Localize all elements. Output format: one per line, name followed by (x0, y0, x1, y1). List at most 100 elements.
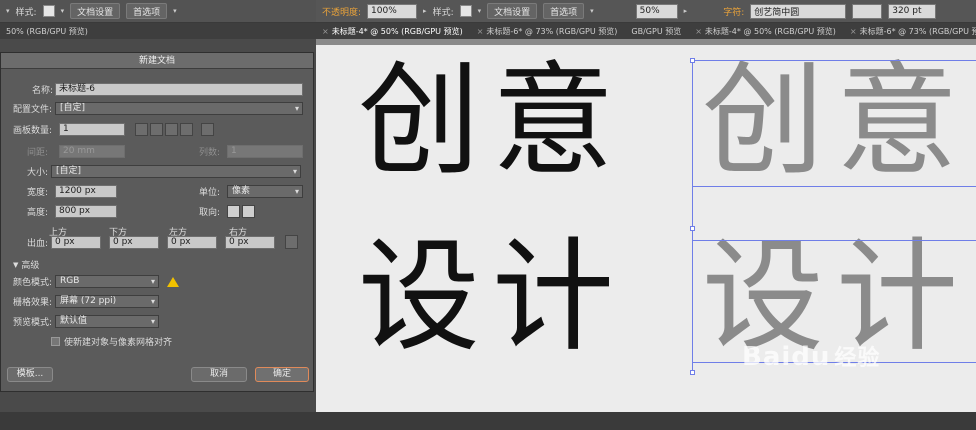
height-input[interactable]: 800 px (55, 205, 117, 218)
bleed-right-input[interactable]: 0 px (225, 235, 275, 249)
doc-tab[interactable]: ×未标题-6* @ 73% (RGB/GPU 预览) (850, 26, 976, 37)
ok-button[interactable]: 确定 (255, 367, 309, 382)
watermark-brand: Baidu (742, 342, 831, 372)
style-swatch[interactable] (42, 5, 55, 17)
cancel-button[interactable]: 取消 (191, 367, 247, 382)
selection-handle[interactable] (690, 226, 695, 231)
tab-label: GB/GPU 预览 (631, 26, 682, 36)
grid-by-row-icon[interactable] (135, 123, 148, 136)
bleed-row: 出血: 0 px 0 px 0 px 0 px (27, 235, 298, 249)
artboards-label: 画板数量: (13, 126, 53, 136)
preview-row: 预览模式: 默认值 (13, 315, 159, 328)
new-document-dialog: 新建文档 名称: 未标题-6 配置文件: [自定] 画板数量: 1 间距: 20… (0, 52, 314, 392)
font-size-field[interactable]: 320 pt (888, 3, 937, 19)
width-row: 宽度: 1200 px 单位: 像素 (27, 185, 303, 198)
chevron-down-icon[interactable]: ▾ (590, 7, 594, 15)
profile-label: 配置文件: (13, 105, 53, 115)
artwork-black-line2[interactable]: 设计 (358, 236, 626, 358)
opacity-field[interactable]: 100% (367, 3, 418, 19)
close-icon[interactable]: × (477, 27, 484, 36)
align-pixel-label: 使新建对象与像素网格对齐 (64, 338, 173, 348)
doc-tab[interactable]: GB/GPU 预览 (631, 26, 681, 37)
selection-bound-top (692, 60, 976, 61)
chevron-down-icon[interactable]: ▾ (478, 7, 482, 15)
doc-tab[interactable]: 50% (RGB/GPU 预览) (6, 26, 88, 37)
artwork-black-line1[interactable]: 创意 (358, 60, 626, 182)
size-row: 大小: [自定] (27, 165, 301, 178)
close-icon[interactable]: × (695, 27, 702, 36)
preview-select[interactable]: 默认值 (55, 315, 159, 328)
grid-by-col-icon[interactable] (150, 123, 163, 136)
bleed-bottom-input[interactable]: 0 px (109, 235, 159, 249)
chevron-right-icon[interactable]: ▸ (684, 7, 688, 15)
raster-select[interactable]: 屏幕 (72 ppi) (55, 295, 159, 308)
warning-icon (167, 276, 179, 287)
opacity-label[interactable]: 不透明度: (322, 5, 361, 18)
advanced-toggle[interactable]: ▼ 高级 (13, 258, 40, 272)
orientation-label: 取向: (199, 208, 221, 218)
control-bar-right: 不透明度: 100% ▸ 样式: ▾ 文档设置 首选项 ▾ 50% ▸ 字符: … (316, 0, 976, 23)
control-bar-left: ▾ 样式: ▾ 文档设置 首选项 ▾ (0, 0, 316, 23)
rtl-layout-icon[interactable] (201, 123, 214, 136)
landscape-icon[interactable] (242, 205, 255, 218)
prefs-button[interactable]: 首选项 (126, 3, 168, 19)
units-label: 单位: (199, 188, 221, 198)
char-label[interactable]: 字符: (723, 5, 744, 18)
width-input[interactable]: 1200 px (55, 185, 117, 198)
zoom-field[interactable]: 50% (635, 3, 678, 19)
font-style-field[interactable] (852, 3, 883, 19)
arrange-row-icon[interactable] (165, 123, 178, 136)
selection-bound-left (692, 60, 693, 374)
doc-tab[interactable]: × 未标题-4* @ 50% (RGB/GPU 预览) (695, 26, 836, 37)
style-label: 样式: (15, 7, 37, 18)
doc-tab[interactable]: ×未标题-6* @ 73% (RGB/GPU 预览) (477, 26, 618, 37)
align-pixel-checkbox[interactable] (51, 337, 60, 346)
spacing-row: 间距: 20 mm 列数: 1 (27, 145, 303, 158)
style-label: 样式: (432, 7, 454, 18)
bleed-top-input[interactable]: 0 px (51, 235, 101, 249)
spacing-input[interactable]: 20 mm (59, 145, 125, 158)
color-mode-label: 颜色模式: (13, 278, 53, 288)
profile-select[interactable]: [自定] (55, 102, 303, 115)
columns-label: 列数: (199, 148, 221, 158)
selection-handle[interactable] (690, 370, 695, 375)
prefs-button[interactable]: 首选项 (543, 3, 585, 19)
style-swatch[interactable] (459, 5, 472, 17)
columns-input[interactable]: 1 (227, 145, 303, 158)
size-select[interactable]: [自定] (51, 165, 301, 178)
chevron-right-icon[interactable]: ▸ (423, 7, 427, 15)
chevron-down-icon[interactable]: ▾ (6, 7, 10, 15)
advanced-label: 高级 (21, 261, 40, 271)
color-mode-select[interactable]: RGB (55, 275, 159, 288)
portrait-icon[interactable] (227, 205, 240, 218)
name-row: 名称: 未标题-6 (13, 83, 303, 96)
doc-settings-button[interactable]: 文档设置 (70, 3, 121, 19)
bleed-left-input[interactable]: 0 px (167, 235, 217, 249)
doc-settings-button[interactable]: 文档设置 (487, 3, 538, 19)
doc-tab[interactable]: × 未标题-4* @ 50% (RGB/GPU 预览) (322, 26, 463, 37)
profile-row: 配置文件: [自定] (13, 102, 303, 115)
status-bar (0, 412, 976, 430)
close-icon[interactable]: × (322, 27, 329, 36)
units-select[interactable]: 像素 (227, 185, 303, 198)
artboards-input[interactable]: 1 (59, 123, 125, 136)
tab-label: 未标题-6* @ 73% (RGB/GPU 预览) (486, 26, 618, 36)
baidu-watermark-logo: Baidu 经验 (742, 340, 880, 372)
tab-label: 50% (RGB/GPU 预览) (6, 26, 88, 36)
link-icon[interactable] (285, 235, 298, 249)
selection-handle[interactable] (690, 58, 695, 63)
artwork-gray-line1[interactable]: 创意 (702, 60, 970, 182)
baseline-guide (692, 186, 976, 187)
doc-tabs-left: 50% (RGB/GPU 预览) (0, 23, 316, 39)
chevron-down-icon[interactable]: ▾ (173, 7, 177, 15)
chevron-down-icon[interactable]: ▾ (61, 7, 65, 15)
templates-button[interactable]: 模板... (7, 367, 53, 382)
arrange-col-icon[interactable] (180, 123, 193, 136)
name-input[interactable]: 未标题-6 (55, 83, 303, 96)
close-icon[interactable]: × (850, 27, 857, 36)
font-field[interactable]: 创艺简中圆 (750, 3, 847, 19)
preview-label: 预览模式: (13, 318, 53, 328)
line-guide (692, 240, 976, 241)
tab-label: 未标题-4* @ 50% (RGB/GPU 预览) (331, 26, 463, 36)
artboards-row: 画板数量: 1 (13, 123, 214, 136)
